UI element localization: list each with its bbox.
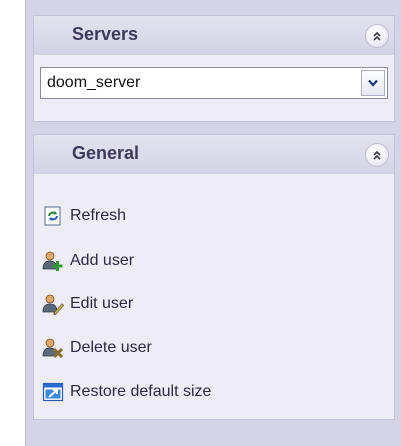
general-collapse-button[interactable] (365, 143, 389, 167)
double-chevron-up-icon (373, 31, 381, 41)
general-panel-body: Refresh Add user Edit user Delete user R… (33, 174, 395, 420)
restore-default-size-label: Restore default size (70, 383, 212, 400)
server-select[interactable]: doom_server (40, 67, 388, 99)
delete-user-link[interactable]: Delete user (42, 334, 382, 362)
restore-default-size-link[interactable]: Restore default size (42, 378, 382, 406)
general-panel-header[interactable]: General (33, 134, 395, 174)
servers-panel-header[interactable]: Servers (33, 15, 395, 55)
add-user-label: Add user (70, 252, 135, 269)
edit-user-label: Edit user (70, 295, 134, 312)
edit-user-icon (42, 294, 64, 315)
add-user-icon (42, 251, 63, 271)
add-user-link[interactable]: Add user (42, 247, 382, 275)
refresh-icon (44, 206, 61, 226)
task-pane: Servers doom_server General Refresh Add … (25, 0, 401, 446)
delete-user-icon (42, 338, 64, 359)
edit-user-link[interactable]: Edit user (42, 290, 382, 318)
general-panel-title: General (72, 143, 140, 163)
servers-panel-body: doom_server (33, 55, 395, 122)
restore-size-icon (42, 382, 64, 402)
server-select-value: doom_server (47, 74, 141, 91)
chevron-down-icon (368, 79, 378, 87)
refresh-label: Refresh (70, 207, 127, 224)
double-chevron-up-icon (373, 150, 381, 160)
servers-collapse-button[interactable] (365, 24, 389, 48)
server-select-dropdown-button[interactable] (361, 70, 385, 96)
delete-user-label: Delete user (70, 339, 152, 356)
refresh-link[interactable]: Refresh (42, 202, 382, 230)
servers-panel-title: Servers (72, 24, 139, 44)
